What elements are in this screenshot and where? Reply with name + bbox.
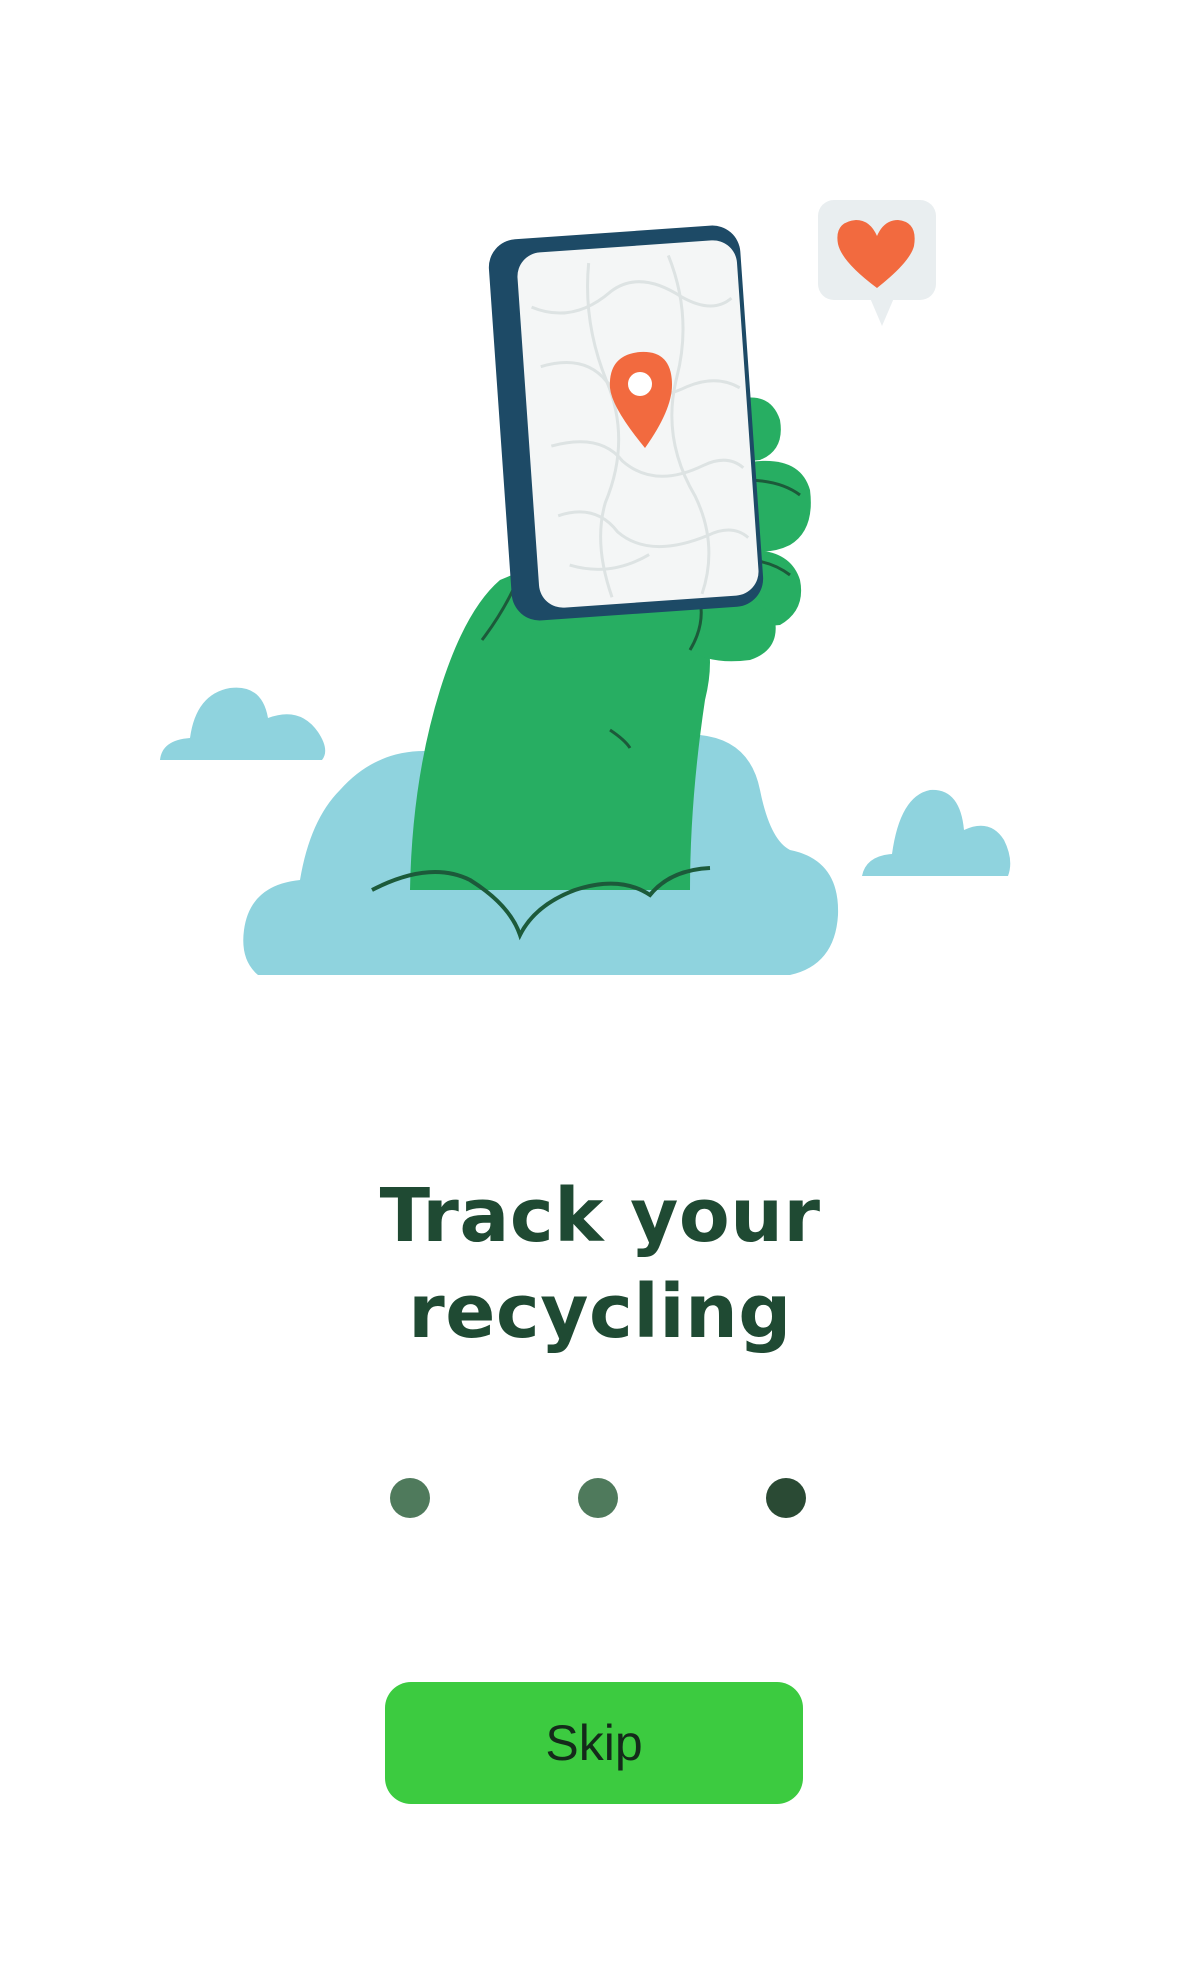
skip-button[interactable]: Skip — [385, 1682, 803, 1804]
phone-icon — [488, 225, 764, 621]
page-dot[interactable] — [390, 1478, 430, 1518]
heart-bubble-icon — [818, 200, 936, 326]
onboarding-screen: Track your recycling Skip — [0, 0, 1200, 1972]
cloud-icon — [862, 789, 1011, 876]
page-indicator — [0, 1478, 1200, 1518]
page-dot[interactable] — [766, 1478, 806, 1518]
title-line-2: recycling — [408, 1268, 792, 1355]
onboarding-illustration — [160, 200, 1011, 975]
page-title: Track your recycling — [0, 1168, 1200, 1360]
cloud-icon — [160, 687, 326, 760]
title-line-1: Track your — [379, 1172, 821, 1259]
page-dot[interactable] — [578, 1478, 618, 1518]
